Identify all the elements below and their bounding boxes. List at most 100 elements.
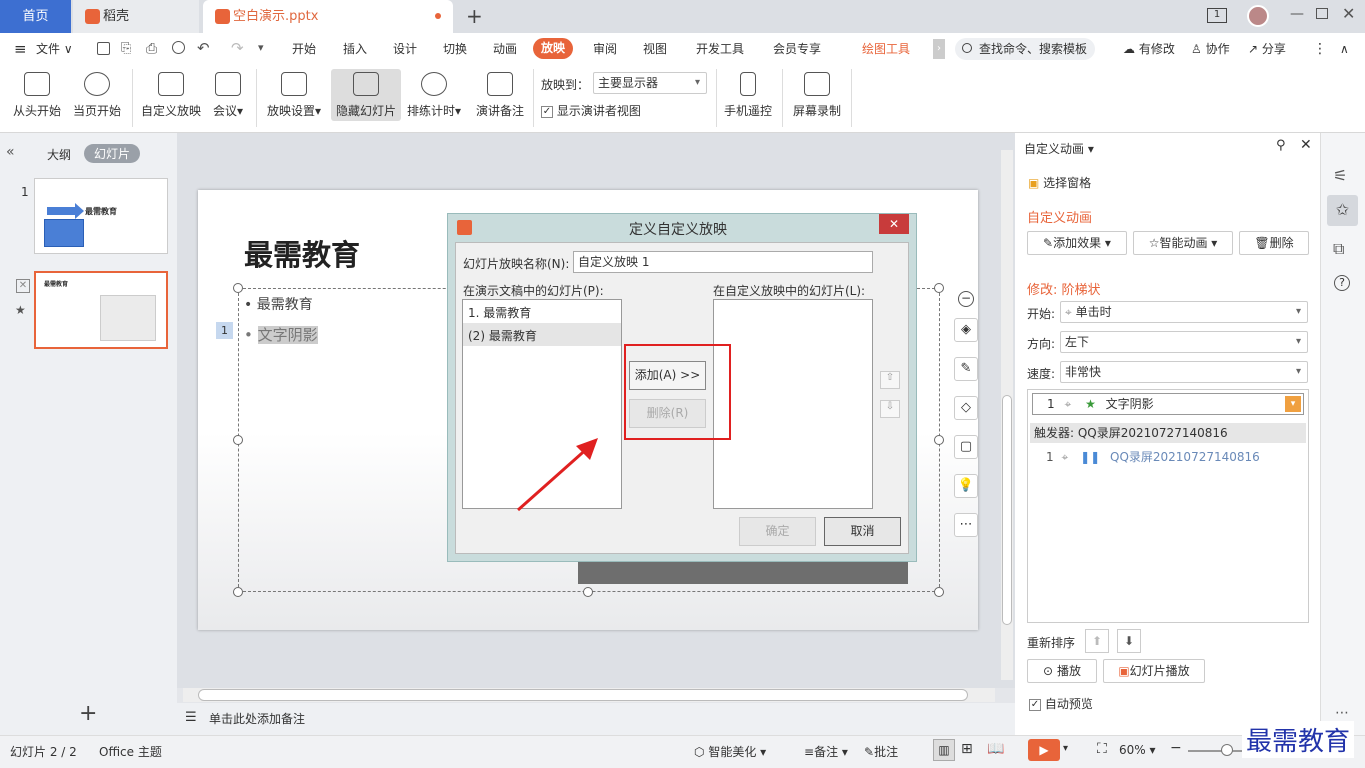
new-tab-button[interactable]: + [466,4,483,28]
list-item[interactable]: 1. 最需教育 [463,300,621,323]
collab-button[interactable]: ♙ 协作 [1191,33,1230,65]
maximize-button[interactable] [1316,8,1328,19]
menu-transition[interactable]: 切换 [443,33,467,65]
cancel-button[interactable]: 取消 [824,517,901,546]
bullet-item-2[interactable]: • 文字阴影 [244,324,318,345]
slide-thumb-1[interactable]: 最需教育 [34,178,168,254]
smart-animation-button[interactable]: ☆智能动画 ▾ [1133,231,1233,255]
resize-handle[interactable] [583,587,593,597]
speed-select[interactable]: 非常快 [1060,361,1308,383]
undo-icon[interactable]: ↶ [197,39,210,57]
add-slide-button[interactable]: + [79,701,97,726]
phone-remote-button[interactable]: 手机遥控 [721,67,775,129]
select-pane-button[interactable]: ▣ 选择窗格 [1028,174,1091,191]
zoom-slider-handle[interactable] [1221,744,1233,756]
tab-outline[interactable]: 大纲 [47,146,71,163]
tab-slides[interactable]: 幻灯片 [84,144,141,163]
screen-record-button[interactable]: 屏幕录制 [789,67,845,129]
lightbulb-icon[interactable]: 💡 [954,474,978,498]
delete-animation-button[interactable]: 🗑删除 [1239,231,1309,255]
redo-icon[interactable]: ↷ [231,39,244,57]
move-down-button[interactable]: ⇩ [880,400,900,418]
show-settings-button[interactable]: 放映设置▾ [262,67,326,129]
move-down-icon[interactable]: ⬇ [1117,629,1141,653]
horizontal-scrollbar-thumb[interactable] [198,689,968,701]
sorter-view-icon[interactable]: ⊞ [961,741,973,757]
preview-icon[interactable] [172,41,185,54]
menu-scroll-right[interactable]: › [933,39,945,59]
slide-thumb-2[interactable]: 最需教育 [34,271,168,349]
side-more-icon[interactable]: ⋯ [1335,705,1349,721]
quick-access-dropdown-icon[interactable]: ▾ [258,41,264,54]
tab-file[interactable]: 空白演示.pptx [203,0,453,33]
minimize-button[interactable]: — [1290,6,1304,22]
play-button[interactable]: ⊙ 播放 [1027,659,1097,683]
animation-list-item[interactable]: 1 ⌖ ★ 文字阴影 ▾ [1032,393,1304,415]
zoom-select[interactable]: 60% ▾ [1119,743,1156,757]
print-icon[interactable]: ⎙ [146,41,157,57]
share-button[interactable]: ↗ 分享 [1248,33,1286,65]
zoom-out-float-icon[interactable]: − [958,291,974,307]
presenter-view-checkbox[interactable]: ✓ 显示演讲者视图 [541,102,641,119]
file-menu[interactable]: 文件 ∨ [36,33,73,65]
brush-icon[interactable]: ✎ [954,357,978,381]
list-item[interactable]: (2) 最需教育 [463,323,621,346]
reading-view-icon[interactable]: 📖 [987,741,1004,757]
zoom-out-icon[interactable]: − [1170,740,1182,756]
custom-show-button[interactable]: 自定义放映 [138,67,204,129]
menu-review[interactable]: 审阅 [593,33,617,65]
modified-button[interactable]: ☁ 有修改 [1123,33,1175,65]
collapse-panel-icon[interactable]: « [6,144,15,160]
properties-icon[interactable]: ⚟ [1333,166,1347,185]
embedded-video-screenshot[interactable] [578,560,908,584]
slide-title[interactable]: 最需教育 [244,232,360,274]
play-dropdown-icon[interactable]: ▾ [1063,743,1068,754]
help-icon[interactable]: ? [1334,275,1350,291]
tab-daoke[interactable]: 稻壳 [73,0,199,33]
comments-button[interactable]: ✎批注 [864,743,898,760]
collapse-ribbon-icon[interactable]: ∧ [1340,33,1349,65]
menu-insert[interactable]: 插入 [343,33,367,65]
normal-view-icon[interactable]: ▥ [933,739,955,761]
fit-window-icon[interactable]: ⛶ [1097,741,1107,757]
bullet-item-1[interactable]: • 最需教育 [244,294,313,314]
show-to-select[interactable]: 主要显示器 [593,72,707,94]
custom-animation-icon[interactable]: ✩ [1327,195,1358,226]
more-float-icon[interactable]: ⋯ [954,513,978,537]
resize-handle[interactable] [233,435,243,445]
notes-toggle-button[interactable]: ≡备注 ▾ [804,743,848,760]
resize-handle[interactable] [934,283,944,293]
custom-show-slides-list[interactable] [713,299,873,509]
transition-icon[interactable]: ⧉ [1333,239,1344,259]
search-box[interactable]: 查找命令、搜索模板 [955,38,1095,60]
menu-design[interactable]: 设计 [393,33,417,65]
vertical-scrollbar-thumb[interactable] [1002,395,1012,625]
play-slideshow-button[interactable]: ▶ [1028,739,1060,761]
add-effect-button[interactable]: ✎添加效果 ▾ [1027,231,1127,255]
hamburger-icon[interactable]: ≡ [14,33,27,65]
resize-handle[interactable] [233,283,243,293]
close-window-button[interactable]: ✕ [1342,4,1355,23]
autopreview-checkbox[interactable]: ✓ 自动预览 [1029,695,1093,712]
frame-icon[interactable]: ▢ [954,435,978,459]
zoom-slider[interactable] [1188,750,1248,752]
move-up-icon[interactable]: ⬆ [1085,629,1109,653]
from-current-button[interactable]: 当页开始 [68,67,126,129]
meeting-button[interactable]: 会议▾ [207,67,249,129]
resize-handle[interactable] [934,435,944,445]
resize-handle[interactable] [934,587,944,597]
slideshow-button[interactable]: ▣幻灯片播放 [1103,659,1205,683]
item-dropdown-icon[interactable]: ▾ [1285,396,1301,412]
start-select[interactable]: ⌖ 单击时 [1060,301,1308,323]
menu-developer[interactable]: 开发工具 [696,33,744,65]
avatar[interactable] [1247,5,1269,27]
from-start-button[interactable]: 从头开始 [8,67,66,129]
save-icon[interactable] [97,42,110,55]
pin-icon[interactable]: ⚲ [1276,138,1286,153]
layers-icon[interactable]: ◈ [954,318,978,342]
menu-start[interactable]: 开始 [292,33,316,65]
theme-name[interactable]: Office 主题 [99,743,162,760]
menu-member[interactable]: 会员专享 [773,33,821,65]
speaker-notes-button[interactable]: 演讲备注 [473,67,527,129]
rehearse-button[interactable]: 排练计时▾ [404,67,464,129]
